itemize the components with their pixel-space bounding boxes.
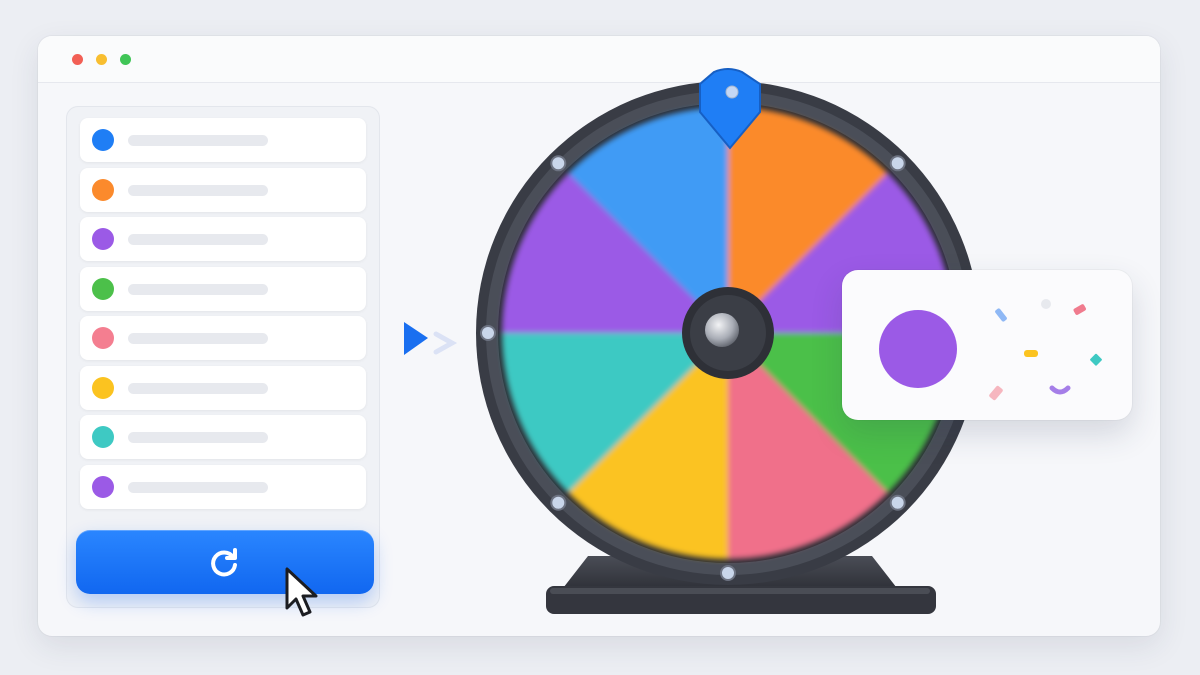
- entry-label-placeholder: [128, 432, 268, 443]
- rim-bolt: [550, 155, 567, 172]
- entry-color-swatch: [92, 426, 114, 448]
- pointer-pin: [725, 85, 739, 99]
- result-color-swatch: [879, 310, 957, 388]
- entry-color-swatch: [92, 278, 114, 300]
- entry-color-swatch: [92, 377, 114, 399]
- entry-item[interactable]: [80, 415, 366, 459]
- entry-label-placeholder: [128, 185, 268, 196]
- rim-bolt: [480, 325, 496, 341]
- entry-label-placeholder: [128, 333, 268, 344]
- entry-item[interactable]: [80, 217, 366, 261]
- wheel-hub-cap: [705, 313, 739, 347]
- entry-item[interactable]: [80, 316, 366, 360]
- close-button[interactable]: [72, 54, 83, 65]
- entry-item[interactable]: [80, 366, 366, 410]
- rim-bolt: [889, 494, 906, 511]
- entry-item[interactable]: [80, 168, 366, 212]
- entry-label-placeholder: [128, 135, 268, 146]
- maximize-button[interactable]: [120, 54, 131, 65]
- wheel-base-highlight: [550, 588, 930, 594]
- rim-bolt: [550, 494, 567, 511]
- entry-color-swatch: [92, 476, 114, 498]
- mouse-cursor-icon: [285, 567, 318, 617]
- minimize-button[interactable]: [96, 54, 107, 65]
- entry-color-swatch: [92, 129, 114, 151]
- confetti-icon: [989, 299, 1102, 401]
- entry-label-placeholder: [128, 482, 268, 493]
- entry-color-swatch: [92, 327, 114, 349]
- spin-button[interactable]: [76, 530, 374, 594]
- rim-bolt: [889, 155, 906, 172]
- entry-label-placeholder: [128, 234, 268, 245]
- play-arrow-icon: [404, 322, 458, 355]
- entry-item[interactable]: [80, 267, 366, 311]
- entry-item[interactable]: [80, 118, 366, 162]
- entry-item[interactable]: [80, 465, 366, 509]
- entry-color-swatch: [92, 179, 114, 201]
- entry-color-swatch: [92, 228, 114, 250]
- entry-label-placeholder: [128, 383, 268, 394]
- result-card: [842, 270, 1132, 420]
- entry-label-placeholder: [128, 284, 268, 295]
- refresh-icon: [211, 548, 237, 577]
- rim-bolt: [720, 565, 736, 581]
